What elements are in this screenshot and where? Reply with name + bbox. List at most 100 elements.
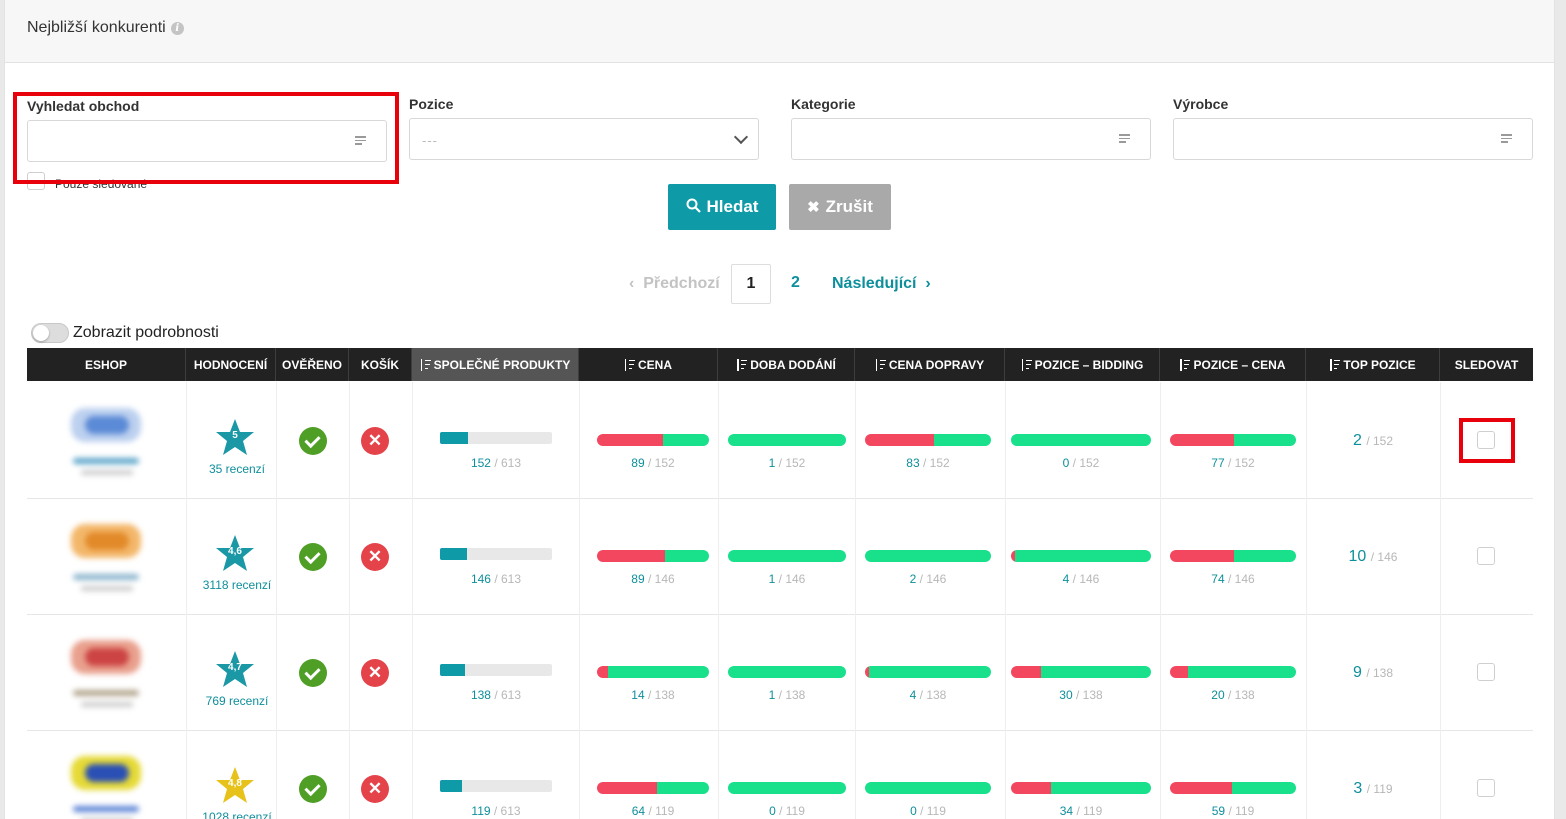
delivery-bar <box>728 782 846 794</box>
col-price[interactable]: CENA <box>579 348 718 381</box>
reviews-link[interactable]: 769 recenzí <box>187 694 287 708</box>
cell-divider <box>412 614 413 730</box>
pagination-prev: ‹ Předchozí <box>629 275 720 292</box>
delivery-value: 1 / 152 <box>768 456 806 470</box>
position-price-bar <box>1170 666 1296 678</box>
shared-products-value: 146 / 613 <box>470 572 522 586</box>
bidding-value: 0 / 152 <box>1062 456 1100 470</box>
position-price-value: 74 / 146 <box>1211 572 1255 586</box>
reviews-link[interactable]: 35 recenzí <box>187 462 287 476</box>
cell-divider <box>579 730 580 819</box>
col-top-position[interactable]: TOP POZICE <box>1306 348 1440 381</box>
eshop-logo[interactable] <box>41 628 171 714</box>
pagination-next[interactable]: Následující › <box>832 275 931 293</box>
cell-divider <box>349 498 350 614</box>
verified-check-icon <box>299 427 327 455</box>
cell-divider <box>349 382 350 498</box>
panel-header: Nejbližší konkurenti i <box>5 0 1554 63</box>
cart-cross-icon: ✕ <box>361 543 389 571</box>
col-eshop: ESHOP <box>27 348 186 381</box>
cell-divider <box>349 614 350 730</box>
col-shared-products[interactable]: SPOLEČNÉ PRODUKTY <box>412 348 579 381</box>
eshop-logo[interactable] <box>41 396 171 482</box>
bidding-value: 34 / 119 <box>1059 804 1103 818</box>
col-position-price[interactable]: POZICE – CENA <box>1160 348 1306 381</box>
col-shipping-price[interactable]: CENA DOPRAVY <box>855 348 1005 381</box>
cell-divider <box>579 614 580 730</box>
rating-value: 4,7 <box>228 662 242 673</box>
table-header: ESHOP HODNOCENÍ OVĚŘENO KOŠÍK SPOLEČNÉ P… <box>27 348 1533 381</box>
details-toggle[interactable] <box>31 323 69 343</box>
category-label: Kategorie <box>791 96 856 112</box>
shipping-value: 4 / 138 <box>909 688 947 702</box>
cell-divider <box>579 382 580 498</box>
price-value: 89 / 152 <box>631 456 675 470</box>
bidding-value: 30 / 138 <box>1059 688 1103 702</box>
top-position-value: 10 / 146 <box>1348 548 1398 565</box>
position-price-value: 20 / 138 <box>1211 688 1255 702</box>
cell-divider <box>579 498 580 614</box>
watch-checkbox[interactable] <box>1477 779 1495 797</box>
position-select[interactable]: --- <box>409 118 759 160</box>
delivery-bar <box>728 550 846 562</box>
search-button[interactable]: Hledat <box>668 184 776 230</box>
watch-checkbox[interactable] <box>1477 547 1495 565</box>
info-icon[interactable]: i <box>170 22 184 35</box>
verified-check-icon <box>299 659 327 687</box>
shipping-bar <box>865 434 991 446</box>
price-bar <box>597 434 709 446</box>
cell-divider <box>186 498 187 614</box>
eshop-logo[interactable] <box>41 744 171 819</box>
col-rating: HODNOCENÍ <box>186 348 276 381</box>
cell-divider <box>1160 730 1161 819</box>
rating-value: 5 <box>232 430 238 441</box>
cart-cross-icon: ✕ <box>361 775 389 803</box>
table-row: 4,6 3118 recenzí ✕ 146 / 613 89 / 146 1 / 146… <box>27 498 1533 615</box>
top-position-value: 3 / 119 <box>1353 780 1393 797</box>
cell-divider <box>412 382 413 498</box>
reviews-link[interactable]: 1028 recenzí <box>187 810 287 819</box>
cell-divider <box>855 498 856 614</box>
position-price-value: 59 / 119 <box>1211 804 1255 818</box>
cell-divider <box>1160 498 1161 614</box>
watch-checkbox[interactable] <box>1477 663 1495 681</box>
col-position-bidding[interactable]: POZICE – BIDDING <box>1005 348 1160 381</box>
competitors-panel: Nejbližší konkurenti i Vyhledat obchod Po… <box>4 0 1555 819</box>
cell-divider <box>186 730 187 819</box>
table-row: 4,7 769 recenzí ✕ 138 / 613 14 / 138 1 / 138 4… <box>27 614 1533 731</box>
sort-icon <box>1329 358 1341 371</box>
table-row: 5 35 recenzí ✕ 152 / 613 89 / 152 1 / 152 83 /… <box>27 382 1533 499</box>
col-verified: OVĚŘENO <box>276 348 349 381</box>
reviews-link[interactable]: 3118 recenzí <box>187 578 287 592</box>
sort-icon <box>736 358 748 371</box>
position-price-bar <box>1170 782 1296 794</box>
category-input[interactable] <box>791 118 1151 160</box>
close-icon: ✖ <box>807 199 820 216</box>
cell-divider <box>349 730 350 819</box>
pagination-page-2[interactable]: 2 <box>791 274 800 292</box>
price-value: 89 / 146 <box>631 572 675 586</box>
rating-value: 4,8 <box>228 778 242 789</box>
details-toggle-label: Zobrazit podrobnosti <box>73 324 219 341</box>
price-bar <box>597 666 709 678</box>
position-select-value: --- <box>422 133 438 148</box>
bidding-value: 4 / 146 <box>1062 572 1100 586</box>
cancel-button[interactable]: ✖ Zrušit <box>789 184 891 230</box>
cell-divider <box>276 498 277 614</box>
bidding-bar <box>1011 666 1151 678</box>
rating-value: 4,6 <box>228 546 242 557</box>
shipping-value: 83 / 152 <box>906 456 950 470</box>
cell-divider <box>1440 382 1441 498</box>
shipping-bar <box>865 666 991 678</box>
text-lines-icon <box>1501 134 1512 144</box>
shipping-value: 0 / 119 <box>910 804 946 818</box>
cell-divider <box>276 614 277 730</box>
position-label: Pozice <box>409 96 454 112</box>
cell-divider <box>1440 498 1441 614</box>
manufacturer-input[interactable] <box>1173 118 1533 160</box>
col-delivery-time[interactable]: DOBA DODÁNÍ <box>718 348 855 381</box>
sort-icon <box>1021 358 1032 371</box>
pagination-page-1[interactable]: 1 <box>731 264 771 304</box>
eshop-logo[interactable] <box>41 512 171 598</box>
position-price-bar <box>1170 434 1296 446</box>
